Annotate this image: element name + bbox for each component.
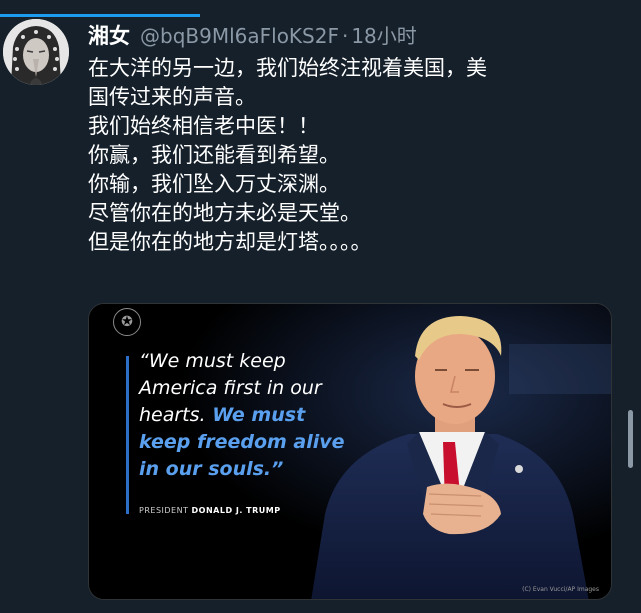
tweet-body: 在大洋的另一边，我们始终注视着美国，美 国传过来的声音。 我们始终相信老中医！！… [88,54,613,257]
photo-credit: (C) Evan Vucci/AP Images [522,586,599,593]
tweet-line: 国传过来的声音。 [88,85,256,109]
tweet-line: 你输，我们坠入万丈深渊。 [88,172,340,196]
quote-line: hearts. We must [139,402,369,429]
attribution-name: DONALD J. TRUMP [191,506,281,515]
display-name[interactable]: 湘女 [88,20,130,50]
quote-bar [126,356,129,514]
avatar[interactable] [3,19,69,85]
quote-line: keep freedom alive [139,431,345,453]
tweet-line: 在大洋的另一边，我们始终注视着美国，美 [88,56,487,80]
tweet-screen: 湘女 @bqB9Ml6aFloKS2F · 18小时 在大洋的另一边，我们始终注… [0,0,641,613]
presidential-seal-icon: ✪ [113,308,141,336]
quote-line-blue: We must [205,404,306,426]
quote-line: “We must keep [139,350,286,372]
tweet-media-image[interactable]: ✪ “We must keep America first in our hea… [88,303,612,600]
avatar-portrait-image [3,19,69,85]
quote-attribution: PRESIDENT DONALD J. TRUMP [139,506,281,515]
tweet-line: 尽管你在的地方未必是天堂。 [88,201,361,225]
quote-line: in our souls.” [139,458,284,480]
quote-text: “We must keep America first in our heart… [139,348,369,483]
tweet-line: 但是你在的地方却是灯塔。。。。 [88,230,372,254]
quote-line-white: hearts. [139,404,206,426]
quote-line: America first in our [139,377,322,399]
timestamp[interactable]: 18小时 [351,20,416,49]
tweet-line: 你赢，我们还能看到希望。 [88,143,340,167]
tweet-header: 湘女 @bqB9Ml6aFloKS2F · 18小时 [88,20,417,50]
tweet-line: 我们始终相信老中医！！ [88,114,319,138]
tab-indicator [0,14,200,17]
scrollbar[interactable] [628,410,633,468]
separator-dot: · [341,24,349,48]
user-handle[interactable]: @bqB9Ml6aFloKS2F [140,24,339,48]
attribution-prefix: PRESIDENT [139,506,189,515]
